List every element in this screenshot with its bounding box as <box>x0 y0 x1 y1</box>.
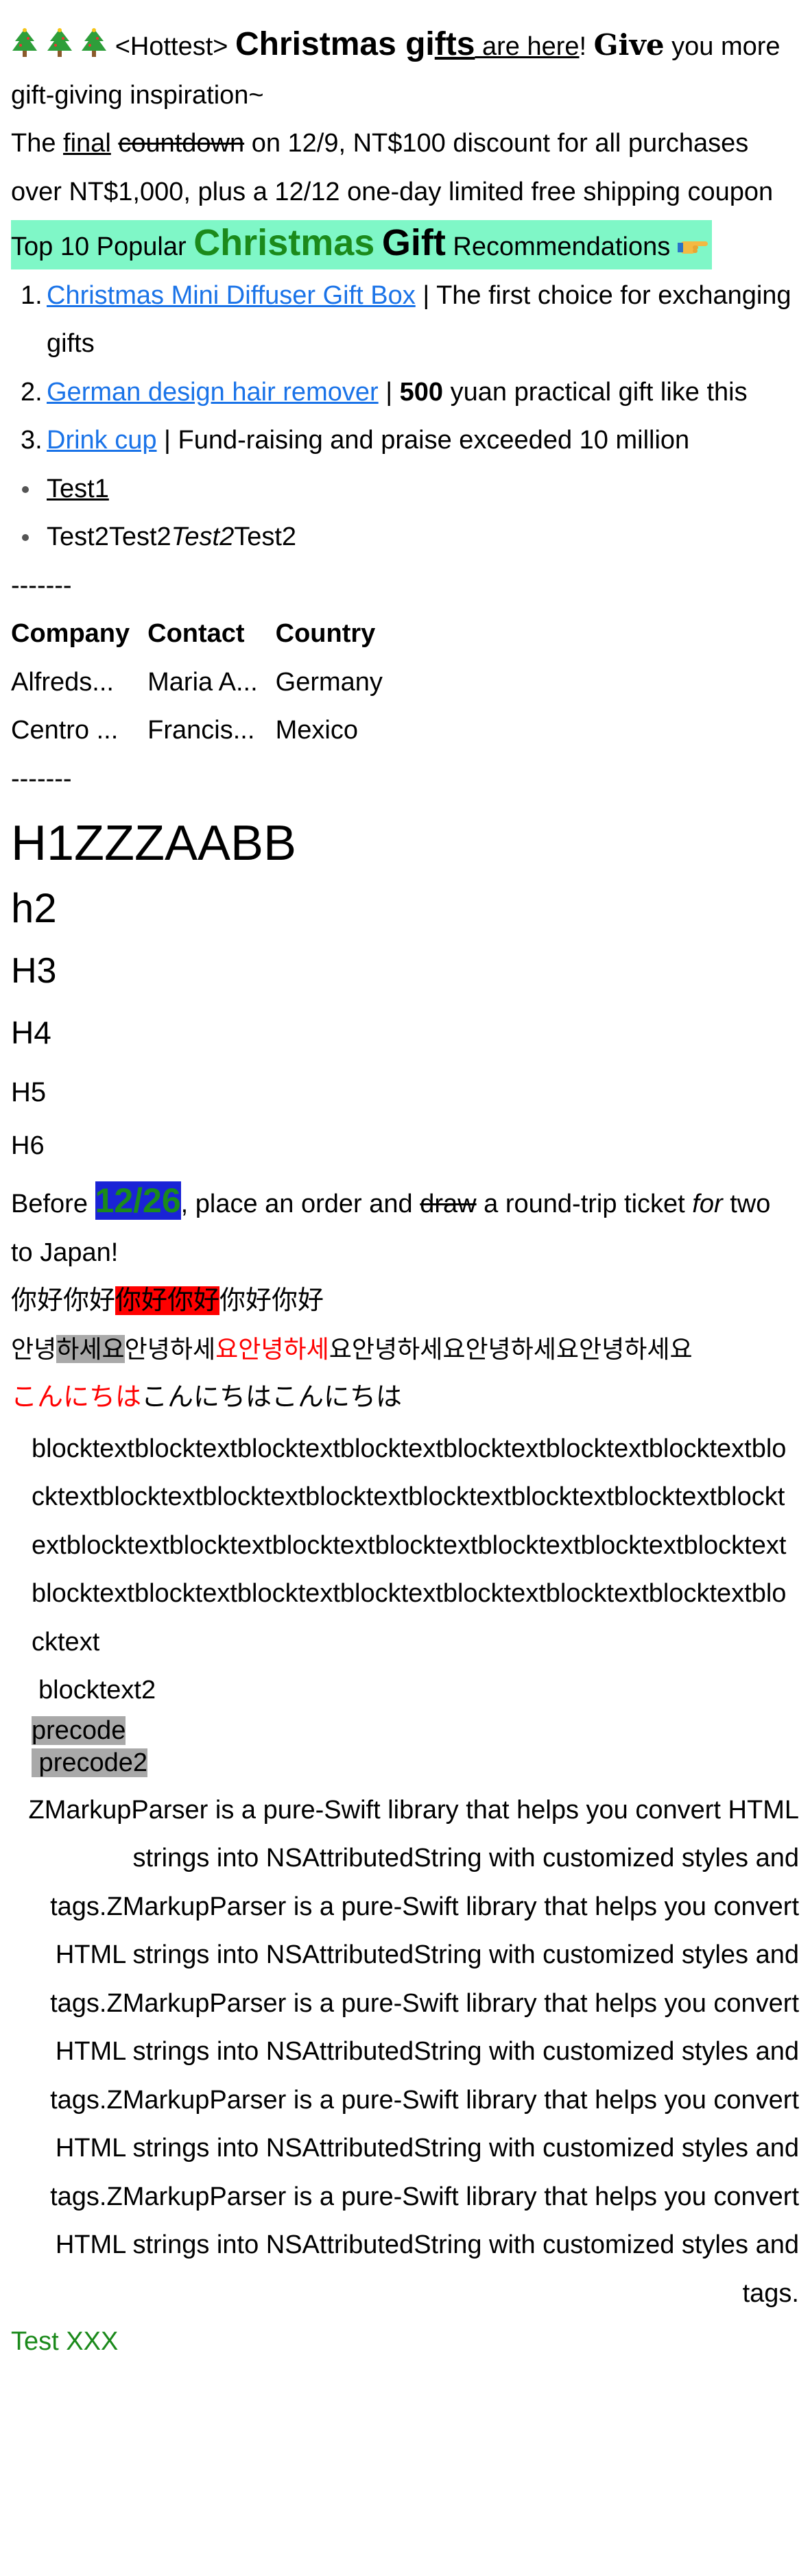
table-cell: Centro ... <box>11 716 119 745</box>
column-header: Country <box>275 619 376 648</box>
korean-gray-highlight: 하세요 <box>56 1334 125 1363</box>
test2-text: Test2Test2 <box>47 522 171 551</box>
pre-code-block: precode precode2 <box>11 1715 799 1779</box>
top10-christmas: Christmas <box>193 222 375 263</box>
table-row: Alfreds... Maria A... Germany <box>11 658 401 707</box>
korean-text-end: 요안녕하세요안녕하세요안녕하세요 <box>329 1334 693 1363</box>
countdown-strike-text: countdown <box>118 129 245 158</box>
chinese-red-highlight: 你好你好 <box>115 1286 220 1315</box>
christmas-tree-icon <box>46 27 73 58</box>
list-item: Test1 <box>11 465 799 514</box>
divider-text: ------- <box>11 764 72 793</box>
list-item: Test2Test2Test2Test2 <box>11 513 799 562</box>
korean-text: 안녕 <box>11 1334 57 1363</box>
bullet-icon <box>22 534 29 541</box>
zmarkup-paragraph: ZMarkupParser is a pure-Swift library th… <box>28 1795 799 2308</box>
korean-red-text: 요안녕하세 <box>215 1334 329 1363</box>
heading-h4: H4 <box>11 1015 51 1050</box>
promo-draw-strike: draw <box>420 1190 477 1218</box>
test2-text-end: Test2 <box>234 522 297 551</box>
christmas-tree-icon <box>11 27 38 58</box>
column-header: Contact <box>147 619 245 648</box>
blocktext2: blocktext2 <box>38 1676 156 1705</box>
japanese-line: こんにちはこんにちはこんにちは <box>11 1373 799 1422</box>
table-cell: Maria A... <box>147 667 258 697</box>
table-cell: Francis... <box>147 716 255 745</box>
promo-date-highlight: 12/26 <box>95 1181 181 1220</box>
exclamation-text: ! <box>579 32 587 61</box>
separator: | <box>415 280 437 310</box>
promo-after: a round-trip ticket <box>476 1190 693 1218</box>
table-cell: Mexico <box>275 716 359 745</box>
hair-remover-link[interactable]: German design hair remover <box>47 378 379 407</box>
precode-text: precode <box>32 1716 126 1745</box>
japanese-red-text: こんにちは <box>11 1383 142 1412</box>
blockquote-text: blocktextblocktextblocktextblocktextbloc… <box>32 1434 787 1657</box>
test-list: Test1 Test2Test2Test2Test2 <box>11 465 799 562</box>
separator: | <box>378 377 400 407</box>
list-item-text: Fund-raising and praise exceeded 10 mill… <box>178 426 690 455</box>
final-text: final <box>63 129 111 158</box>
footer-text: Test XXX <box>11 2327 119 2356</box>
table-header-row: Company Contact Country <box>11 610 401 658</box>
separator: | <box>156 426 178 455</box>
bullet-icon <box>22 485 29 493</box>
table-cell: Alfreds... <box>11 667 114 697</box>
countdown-the: The <box>11 129 64 158</box>
korean-line: 안녕하세요안녕하세요안녕하세요안녕하세요안녕하세요안녕하세요 <box>11 1325 799 1374</box>
chinese-text-end: 你好你好 <box>219 1286 324 1315</box>
top10-gift: Gift <box>381 222 446 263</box>
list-number: 3. <box>21 426 43 455</box>
heading-h3: H3 <box>11 951 57 991</box>
test2-italic-text: Test2 <box>171 522 235 551</box>
table-row: Centro ... Francis... Mexico <box>11 706 401 755</box>
table-cell: Germany <box>275 667 383 697</box>
heading-h2: h2 <box>11 885 57 931</box>
top10-prefix: Top 10 Popular <box>11 232 194 261</box>
japanese-text: こんにちはこんにちは <box>141 1383 403 1412</box>
korean-text-mid: 안녕하세 <box>124 1334 216 1363</box>
contacts-table: Company Contact Country Alfreds... Maria… <box>11 610 401 755</box>
intro-paragraph: <Hottest> Christmas gifts are here! Give… <box>11 21 799 119</box>
recommendation-list: 1. Christmas Mini Diffuser Gift Box | Th… <box>11 272 799 465</box>
drink-cup-link[interactable]: Drink cup <box>47 426 157 455</box>
promo-for-italic: for <box>692 1190 723 1218</box>
promo-mid: , place an order and <box>180 1190 420 1218</box>
give-text: Give <box>593 28 665 62</box>
top10-highlight: Top 10 Popular Christmas Gift Recommenda… <box>11 220 712 269</box>
promo-before: Before <box>11 1190 95 1218</box>
are-here-text: are here <box>475 32 580 61</box>
countdown-paragraph: The final countdown on 12/9, NT$100 disc… <box>11 119 799 216</box>
heading-h1: H1ZZZAABB <box>11 816 297 871</box>
christmas-tree-icon <box>80 27 108 58</box>
top10-heading: Top 10 Popular Christmas Gift Recommenda… <box>11 220 799 272</box>
chinese-text: 你好你好 <box>11 1286 116 1315</box>
promo-paragraph: Before 12/26, place an order and draw a … <box>11 1177 799 1277</box>
heading-h6: H6 <box>11 1131 45 1160</box>
chinese-line: 你好你好你好你好你好你好 <box>11 1277 799 1325</box>
christmas-gi-text: Christmas gi <box>235 26 435 62</box>
heading-h5: H5 <box>11 1077 47 1107</box>
list-item-text: yuan practical gift like this <box>443 377 748 407</box>
list-item: 1. Christmas Mini Diffuser Gift Box | Th… <box>11 272 799 368</box>
column-header: Company <box>11 619 130 648</box>
precode2-text: precode2 <box>32 1748 148 1777</box>
rendered-document: <Hottest> Christmas gifts are here! Give… <box>11 21 799 2366</box>
price-bold: 500 <box>399 377 444 407</box>
divider-text: ------- <box>11 570 72 600</box>
fts-text: fts <box>434 26 475 62</box>
list-item: 3. Drink cup | Fund-raising and praise e… <box>11 416 799 465</box>
list-number: 2. <box>21 377 43 407</box>
gift-box-link[interactable]: Christmas Mini Diffuser Gift Box <box>47 281 416 310</box>
list-item: 2. German design hair remover | 500 yuan… <box>11 368 799 417</box>
test1-text: Test1 <box>47 474 109 503</box>
hottest-tag: <Hottest> <box>115 32 228 61</box>
top10-suffix: Recommendations <box>445 232 678 261</box>
list-number: 1. <box>21 280 43 310</box>
pointing-hand-icon <box>677 226 709 254</box>
